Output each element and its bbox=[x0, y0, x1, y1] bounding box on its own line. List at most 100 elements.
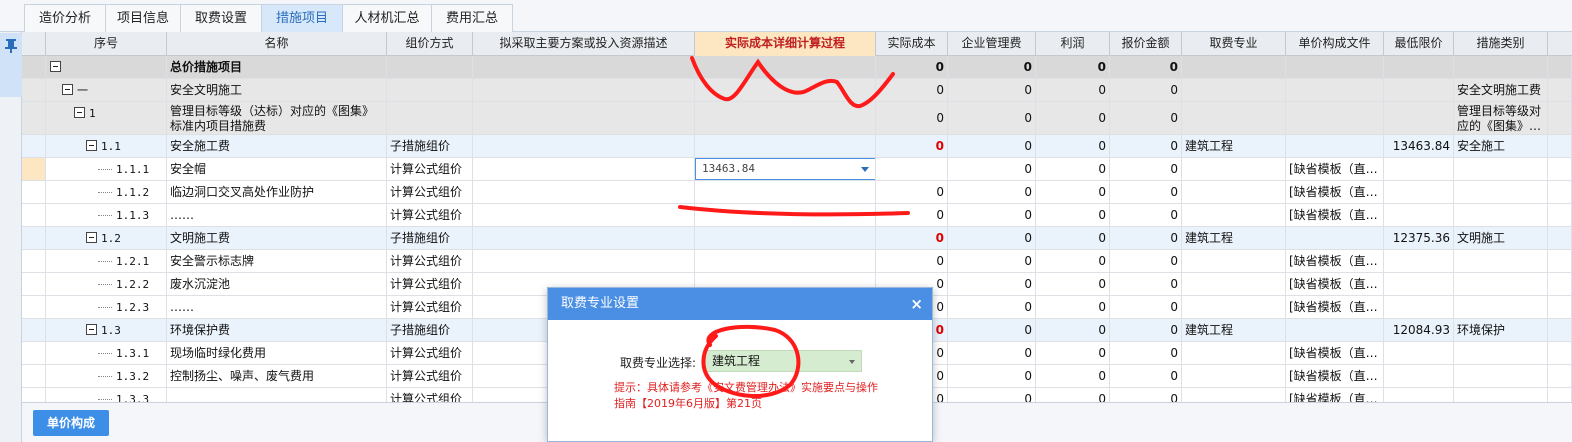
table-row[interactable]: 总价措施项目 0 0 0 0 bbox=[22, 56, 1572, 79]
cell-major[interactable] bbox=[1182, 181, 1286, 203]
cell-min[interactable] bbox=[1384, 181, 1454, 203]
calc-process-input[interactable]: 13463.84 bbox=[695, 158, 875, 180]
cell-calc[interactable]: 13463.84 bbox=[695, 158, 876, 180]
cell-min[interactable] bbox=[1384, 250, 1454, 272]
cell-cost[interactable]: 0 bbox=[876, 56, 948, 78]
collapse-icon[interactable] bbox=[62, 84, 73, 95]
cell-profit[interactable]: 0 bbox=[1036, 158, 1110, 180]
cell-calc[interactable] bbox=[695, 227, 876, 249]
cell-type[interactable] bbox=[1454, 181, 1548, 203]
cell-chk[interactable] bbox=[22, 158, 46, 180]
cell-file[interactable]: [缺省模板（直… bbox=[1286, 296, 1384, 318]
chevron-down-icon[interactable] bbox=[849, 360, 855, 364]
cell-profit[interactable]: 0 bbox=[1036, 56, 1110, 78]
collapse-icon[interactable] bbox=[86, 140, 97, 151]
cell-profit[interactable]: 0 bbox=[1036, 181, 1110, 203]
table-row[interactable]: 1.2 文明施工费 子措施组价 0 0 0 0 建筑工程 12375.36 文明施工 bbox=[22, 227, 1572, 250]
cell-min[interactable] bbox=[1384, 296, 1454, 318]
cell-chk[interactable] bbox=[22, 388, 46, 402]
cell-name[interactable] bbox=[167, 388, 387, 402]
cell-quote[interactable]: 0 bbox=[1110, 319, 1182, 341]
table-row[interactable]: 一安全文明施工 0 0 0 0 安全文明施工费 bbox=[22, 79, 1572, 102]
cell-type[interactable]: 文明施工 bbox=[1454, 227, 1548, 249]
cell-type[interactable] bbox=[1454, 250, 1548, 272]
cell-calc[interactable] bbox=[695, 135, 876, 157]
cell-x[interactable] bbox=[1548, 319, 1572, 341]
cell-quote[interactable]: 0 bbox=[1110, 181, 1182, 203]
cell-quote[interactable]: 0 bbox=[1110, 135, 1182, 157]
cell-x[interactable] bbox=[1548, 158, 1572, 180]
cell-name[interactable]: 环境保护费 bbox=[167, 319, 387, 341]
cell-min[interactable] bbox=[1384, 204, 1454, 226]
cell-x[interactable] bbox=[1548, 79, 1572, 101]
cell-mgmt[interactable]: 0 bbox=[948, 388, 1036, 402]
cell-seq[interactable]: 1.2 bbox=[46, 227, 167, 249]
cell-plan[interactable] bbox=[473, 227, 695, 249]
cell-name[interactable]: 临边洞口交叉高处作业防护 bbox=[167, 181, 387, 203]
cell-calc[interactable] bbox=[695, 102, 876, 134]
cell-profit[interactable]: 0 bbox=[1036, 250, 1110, 272]
cell-method[interactable]: 计算公式组价 bbox=[387, 296, 473, 318]
cell-method[interactable]: 计算公式组价 bbox=[387, 181, 473, 203]
tab-cost-analysis[interactable]: 造价分析 bbox=[24, 4, 106, 32]
cell-profit[interactable]: 0 bbox=[1036, 296, 1110, 318]
cell-chk[interactable] bbox=[22, 181, 46, 203]
cell-quote[interactable]: 0 bbox=[1110, 250, 1182, 272]
cell-seq[interactable]: 1.1.3 bbox=[46, 204, 167, 226]
cell-plan[interactable] bbox=[473, 79, 695, 101]
collapse-icon[interactable] bbox=[74, 107, 85, 118]
cell-chk[interactable] bbox=[22, 250, 46, 272]
cell-type[interactable] bbox=[1454, 56, 1548, 78]
cell-name[interactable]: 总价措施项目 bbox=[167, 56, 387, 78]
header-method[interactable]: 组价方式 bbox=[387, 32, 473, 56]
cell-seq[interactable]: 一 bbox=[46, 79, 167, 101]
cell-type[interactable]: 安全文明施工费 bbox=[1454, 79, 1548, 101]
cell-major[interactable]: 建筑工程 bbox=[1182, 227, 1286, 249]
header-min-price[interactable]: 最低限价 bbox=[1384, 32, 1454, 56]
cell-major[interactable] bbox=[1182, 204, 1286, 226]
cell-quote[interactable]: 0 bbox=[1110, 227, 1182, 249]
cell-type[interactable]: 环境保护 bbox=[1454, 319, 1548, 341]
cell-cost[interactable]: 0 bbox=[876, 250, 948, 272]
cell-profit[interactable]: 0 bbox=[1036, 388, 1110, 402]
cell-quote[interactable]: 0 bbox=[1110, 204, 1182, 226]
cell-x[interactable] bbox=[1548, 365, 1572, 387]
cell-calc[interactable] bbox=[695, 204, 876, 226]
table-row[interactable]: 1.1.1 安全帽 计算公式组价 13463.84 0 0 0 [缺省模板（直… bbox=[22, 158, 1572, 181]
cell-seq[interactable]: 1.2.1 bbox=[46, 250, 167, 272]
cell-plan[interactable] bbox=[473, 181, 695, 203]
table-row[interactable]: 1.1 安全施工费 子措施组价 0 0 0 0 建筑工程 13463.84 安全施工 bbox=[22, 135, 1572, 158]
header-seq[interactable]: 序号 bbox=[46, 32, 167, 56]
table-row[interactable]: 1.1.2 临边洞口交叉高处作业防护 计算公式组价 0 0 0 0 [缺省模板（直… bbox=[22, 181, 1572, 204]
cell-profit[interactable]: 0 bbox=[1036, 102, 1110, 134]
cell-cost[interactable]: 0 bbox=[876, 102, 948, 134]
cell-quote[interactable]: 0 bbox=[1110, 273, 1182, 295]
cell-major[interactable] bbox=[1182, 158, 1286, 180]
cell-file[interactable]: [缺省模板（直… bbox=[1286, 388, 1384, 402]
header-measure-type[interactable]: 措施类别 bbox=[1454, 32, 1548, 56]
cell-cost[interactable]: 0 bbox=[876, 135, 948, 157]
cell-name[interactable]: 管理目标等级（达标）对应的《图集》标准内项目措施费 bbox=[167, 102, 387, 134]
cell-type[interactable] bbox=[1454, 204, 1548, 226]
cell-name[interactable]: 文明施工费 bbox=[167, 227, 387, 249]
header-profit[interactable]: 利润 bbox=[1036, 32, 1110, 56]
cell-file[interactable]: [缺省模板（直… bbox=[1286, 158, 1384, 180]
cell-mgmt[interactable]: 0 bbox=[948, 296, 1036, 318]
cell-cost[interactable]: 0 bbox=[876, 181, 948, 203]
cell-profit[interactable]: 0 bbox=[1036, 365, 1110, 387]
cell-min[interactable]: 13463.84 bbox=[1384, 135, 1454, 157]
cell-file[interactable]: [缺省模板（直… bbox=[1286, 365, 1384, 387]
cell-profit[interactable]: 0 bbox=[1036, 273, 1110, 295]
header-unit-file[interactable]: 单价构成文件 bbox=[1286, 32, 1384, 56]
cell-major[interactable] bbox=[1182, 388, 1286, 402]
cell-name[interactable]: …… bbox=[167, 204, 387, 226]
cell-type[interactable]: 管理目标等级对应的《图集》… bbox=[1454, 102, 1548, 134]
cell-name[interactable]: 现场临时绿化费用 bbox=[167, 342, 387, 364]
cell-mgmt[interactable]: 0 bbox=[948, 79, 1036, 101]
cell-x[interactable] bbox=[1548, 56, 1572, 78]
cell-name[interactable]: 安全警示标志牌 bbox=[167, 250, 387, 272]
collapse-icon[interactable] bbox=[86, 324, 97, 335]
cell-calc[interactable] bbox=[695, 56, 876, 78]
cell-file[interactable] bbox=[1286, 102, 1384, 134]
header-quote[interactable]: 报价金额 bbox=[1110, 32, 1182, 56]
